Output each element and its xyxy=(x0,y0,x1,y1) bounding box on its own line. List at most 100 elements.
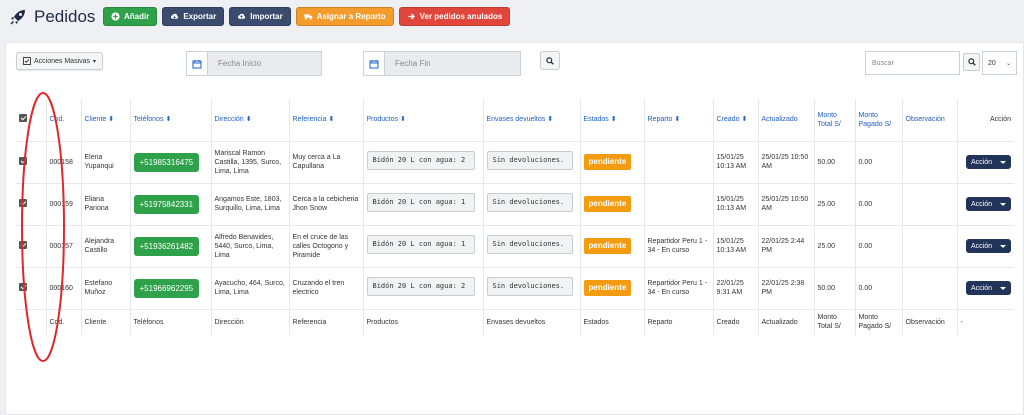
header-observacion[interactable]: Observación xyxy=(902,99,958,142)
cell-producto: Bidón 20 L con agua: 2 xyxy=(363,141,484,184)
phone-button[interactable]: +51936261482 xyxy=(133,236,200,256)
phone-button[interactable]: +51985316475 xyxy=(133,152,200,172)
header-observacion-label: Observación xyxy=(905,116,945,124)
table-row[interactable]: 000158 Elena Yupanqui +51985316475 Maris… xyxy=(16,141,1014,184)
sort-icon: ⬍ xyxy=(547,116,554,124)
select-all-checkbox[interactable] xyxy=(19,114,27,123)
cell-direccion: Ayacucho, 464, Surco, Lima, Lima xyxy=(211,267,290,310)
table-row[interactable]: 000160 Estefano Muñoz +51966962295 Ayacu… xyxy=(16,267,1014,310)
cell-envases: Sin devoluciones. xyxy=(483,183,581,226)
header-referencia[interactable]: Referencia ⬍ xyxy=(289,99,364,142)
row-checkbox[interactable] xyxy=(19,240,27,249)
header-cliente[interactable]: Cliente ⬍ xyxy=(81,99,131,142)
date-search-button[interactable] xyxy=(540,51,560,70)
sort-icon: ⬍ xyxy=(245,116,252,124)
search-button[interactable] xyxy=(963,53,980,71)
plus-circle-icon xyxy=(111,12,120,21)
rocket-icon xyxy=(10,10,25,25)
header-reparto[interactable]: Reparto ⬍ xyxy=(644,99,714,142)
sort-icon: ⬍ xyxy=(328,116,335,124)
calendar-icon xyxy=(186,51,208,76)
header-actualizado[interactable]: Actualizado xyxy=(758,99,815,142)
row-checkbox[interactable] xyxy=(19,156,27,165)
status-badge: pendiente xyxy=(583,238,632,254)
assign-delivery-button[interactable]: Asignar a Reparto xyxy=(295,7,394,26)
import-button[interactable]: Importar xyxy=(229,7,291,26)
action-dropdown-button[interactable]: Acción xyxy=(965,239,1011,253)
cancelled-orders-button[interactable]: Ver pedidos anulados xyxy=(398,7,511,26)
action-dropdown-button[interactable]: Acción xyxy=(965,197,1011,211)
caret-down-icon xyxy=(1000,160,1006,164)
sort-icon: ⬍ xyxy=(165,116,172,124)
cell-observacion xyxy=(902,141,958,184)
row-checkbox[interactable] xyxy=(19,198,27,207)
caret-down-icon xyxy=(1000,244,1006,248)
cell-referencia: Cruzando el tren electrico xyxy=(289,267,364,310)
phone-button[interactable]: +51966962295 xyxy=(133,278,200,298)
table-row[interactable]: 000157 Alejandra Castillo +51936261482 A… xyxy=(16,225,1014,268)
cell-accion: Acción xyxy=(957,267,1014,310)
add-button[interactable]: Añadir xyxy=(103,7,158,26)
date-start-input[interactable]: Fecha Inicio xyxy=(208,51,322,76)
footer-referencia: Referencia xyxy=(289,309,364,335)
cell-monto-pagado: 0.00 xyxy=(855,183,903,226)
cell-reparto xyxy=(644,183,714,226)
header-telefonos[interactable]: Teléfonos ⬍ xyxy=(130,99,212,142)
sort-icon: ⬍ xyxy=(108,116,115,124)
cell-cliente: Alejandra Castillo xyxy=(81,225,131,268)
export-button[interactable]: Exportar xyxy=(162,7,225,26)
header-monto-pagado-label: Monto Pagado S/ xyxy=(858,111,892,128)
cell-producto: Bidón 20 L con agua: 2 xyxy=(363,267,484,310)
header-productos[interactable]: Productos ⬍ xyxy=(363,99,484,142)
date-end-input[interactable]: Fecha Fin xyxy=(385,51,521,76)
header-telefonos-label: Teléfonos xyxy=(133,116,164,124)
footer-cod: Cod. xyxy=(46,309,82,335)
page-size-select[interactable]: 20 ⌄ xyxy=(982,51,1017,75)
header-envases[interactable]: Envases devueltos ⬍ xyxy=(483,99,581,142)
action-dropdown-button[interactable]: Acción xyxy=(965,281,1011,295)
action-dropdown-button[interactable]: Acción xyxy=(965,155,1011,169)
cell-envases: Sin devoluciones. xyxy=(483,225,581,268)
cell-estado: pendiente xyxy=(580,225,645,268)
table-row[interactable]: 000159 Eliana Pariona +51975842331 Angam… xyxy=(16,183,1014,226)
header-productos-label: Productos xyxy=(366,116,399,124)
search-input[interactable]: Buscar xyxy=(865,51,960,75)
sort-icon: ⬍ xyxy=(674,116,681,124)
action-label: Acción xyxy=(970,158,992,166)
header-monto-total[interactable]: Monto Total S/ xyxy=(814,99,856,142)
cell-observacion xyxy=(902,267,958,310)
header-cod[interactable]: Cod. xyxy=(46,99,82,142)
header-monto-pagado[interactable]: Monto Pagado S/ xyxy=(855,99,903,142)
header-estados-label: Estados xyxy=(583,116,609,124)
page-title-text: Pedidos xyxy=(34,7,96,26)
date-end-group: Fecha Fin xyxy=(363,51,521,76)
row-checkbox[interactable] xyxy=(19,282,27,291)
chevron-down-icon: ⌄ xyxy=(1005,60,1011,67)
cell-envases: Sin devoluciones. xyxy=(483,267,581,310)
caret-down-icon xyxy=(1000,286,1006,290)
date-start-group: Fecha Inicio xyxy=(186,51,322,76)
sort-icon: ⬍ xyxy=(610,116,617,124)
cell-accion: Acción xyxy=(957,225,1014,268)
returns-field: Sin devoluciones. xyxy=(486,193,573,212)
action-label: Acción xyxy=(970,200,992,208)
toolbar: Añadir Exportar Importar Asignar a Repar… xyxy=(103,7,511,26)
footer-telefonos: Teléfonos xyxy=(130,309,212,335)
check-square-icon xyxy=(23,57,31,65)
product-field: Bidón 20 L con agua: 1 xyxy=(366,235,475,254)
cell-referencia: Cerca a la cebicheria Jhon Snow xyxy=(289,183,364,226)
cell-accion: Acción xyxy=(957,141,1014,184)
cell-reparto: Repartidor Peru 1 - 34 - En curso xyxy=(644,225,714,268)
header-envases-label: Envases devueltos xyxy=(486,116,546,124)
header-creado[interactable]: Creado ⬍ xyxy=(713,99,759,142)
cell-monto-pagado: 0.00 xyxy=(855,267,903,310)
header-estados[interactable]: Estados ⬍ xyxy=(580,99,645,142)
phone-button[interactable]: +51975842331 xyxy=(133,194,200,214)
select-all-cell xyxy=(16,99,47,142)
mass-actions-dropdown[interactable]: Acciones Masivas ▾ xyxy=(16,52,104,70)
header-direccion-label: Dirección xyxy=(214,116,244,124)
footer-empty xyxy=(16,309,47,335)
header-direccion[interactable]: Dirección ⬍ xyxy=(211,99,290,142)
cell-cod: 000158 xyxy=(46,141,82,184)
cell-referencia: Muy cerca a La Capullana xyxy=(289,141,364,184)
